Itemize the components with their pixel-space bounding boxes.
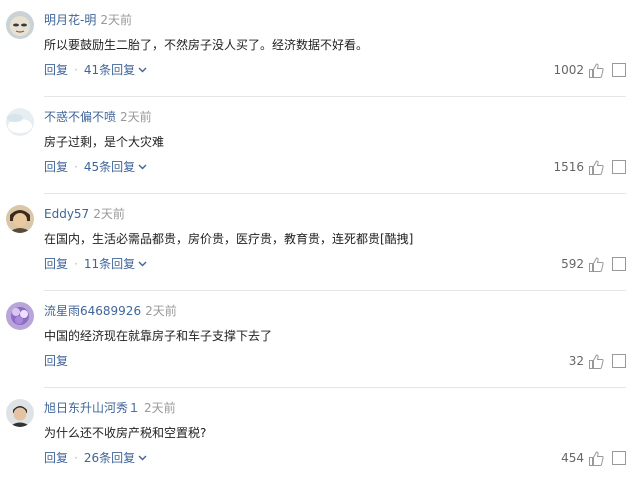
view-replies-button[interactable]: 26条回复 <box>84 448 147 468</box>
comment-item: 明月花-明 2天前 所以要鼓励生二胎了，不然房子没人买了。经济数据不好看。 回复 ·… <box>0 0 640 97</box>
more-options-icon[interactable] <box>612 451 626 465</box>
like-count: 1002 <box>553 63 584 77</box>
reply-button[interactable]: 回复 <box>44 354 68 368</box>
timestamp: 2天前 <box>100 13 132 27</box>
timestamp: 2天前 <box>120 110 152 124</box>
replies-count: 45条回复 <box>83 160 136 174</box>
chevron-down-icon <box>138 67 147 73</box>
avatar-sky-icon <box>6 108 34 136</box>
comment-item: 流星雨64689926 2天前 中国的经济现在就靠房子和车子支撑下去了 回复 32 <box>0 291 640 388</box>
chevron-down-icon <box>138 261 147 267</box>
comment-text: 在国内，生活必需品都贵，房价贵，医疗贵，教育贵，连死都贵[酷拽] <box>44 232 414 246</box>
avatar-man-icon <box>6 399 34 427</box>
username[interactable]: 明月花-明 <box>44 13 96 27</box>
thumbs-up-icon[interactable] <box>588 159 605 176</box>
comment-item: Eddy57 2天前 在国内，生活必需品都贵，房价贵，医疗贵，教育贵，连死都贵[酷… <box>0 194 640 291</box>
replies-count: 41条回复 <box>83 63 136 77</box>
username[interactable]: 旭日东升山河秀１ <box>44 401 140 415</box>
reply-button[interactable]: 回复 <box>44 160 68 174</box>
comment-text: 为什么还不收房产税和空置税? <box>44 426 207 440</box>
avatar-face-icon <box>6 11 34 39</box>
comment-text: 中国的经济现在就靠房子和车子支撑下去了 <box>44 329 273 343</box>
comment-item: 不惑不偏不喷 2天前 房子过剩，是个大灾难 回复 · 45条回复 1516 <box>0 97 640 194</box>
like-count: 32 <box>568 354 584 368</box>
separator: · <box>74 63 78 77</box>
chevron-down-icon <box>138 455 147 461</box>
timestamp: 2天前 <box>145 304 177 318</box>
reply-button[interactable]: 回复 <box>44 63 68 77</box>
replies-count: 26条回复 <box>83 451 136 465</box>
comment-item: 旭日东升山河秀１ 2天前 为什么还不收房产税和空置税? 回复 · 26条回复 454 <box>0 388 640 483</box>
username[interactable]: 不惑不偏不喷 <box>44 110 116 124</box>
avatar[interactable] <box>6 302 34 330</box>
like-area: 1516 <box>553 157 626 177</box>
chevron-down-icon <box>138 164 147 170</box>
more-options-icon[interactable] <box>612 257 626 271</box>
like-count: 454 <box>561 451 584 465</box>
like-count: 592 <box>561 257 584 271</box>
like-area: 592 <box>561 254 626 274</box>
comment-list: 明月花-明 2天前 所以要鼓励生二胎了，不然房子没人买了。经济数据不好看。 回复 ·… <box>0 0 640 483</box>
thumbs-up-icon[interactable] <box>588 62 605 79</box>
more-options-icon[interactable] <box>612 354 626 368</box>
view-replies-button[interactable]: 41条回复 <box>84 60 147 80</box>
reply-button[interactable]: 回复 <box>44 451 68 465</box>
avatar[interactable] <box>6 108 34 136</box>
avatar-flower-icon <box>6 302 34 330</box>
comment-text: 所以要鼓励生二胎了，不然房子没人买了。经济数据不好看。 <box>44 38 369 52</box>
avatar[interactable] <box>6 205 34 233</box>
username[interactable]: 流星雨64689926 <box>44 304 141 318</box>
avatar[interactable] <box>6 11 34 39</box>
like-area: 454 <box>561 448 626 468</box>
comment-text: 房子过剩，是个大灾难 <box>44 135 165 149</box>
avatar-person-icon <box>6 205 34 233</box>
view-replies-button[interactable]: 11条回复 <box>84 254 147 274</box>
avatar[interactable] <box>6 399 34 427</box>
thumbs-up-icon[interactable] <box>588 450 605 467</box>
like-area: 32 <box>569 351 626 371</box>
thumbs-up-icon[interactable] <box>588 353 605 370</box>
more-options-icon[interactable] <box>612 63 626 77</box>
like-area: 1002 <box>553 60 626 80</box>
separator: · <box>74 257 78 271</box>
timestamp: 2天前 <box>144 401 176 415</box>
replies-count: 11条回复 <box>83 257 136 271</box>
like-count: 1516 <box>553 160 584 174</box>
more-options-icon[interactable] <box>612 160 626 174</box>
timestamp: 2天前 <box>93 207 125 221</box>
username[interactable]: Eddy57 <box>44 207 89 221</box>
view-replies-button[interactable]: 45条回复 <box>84 157 147 177</box>
thumbs-up-icon[interactable] <box>588 256 605 273</box>
separator: · <box>74 451 78 465</box>
separator: · <box>74 160 78 174</box>
reply-button[interactable]: 回复 <box>44 257 68 271</box>
